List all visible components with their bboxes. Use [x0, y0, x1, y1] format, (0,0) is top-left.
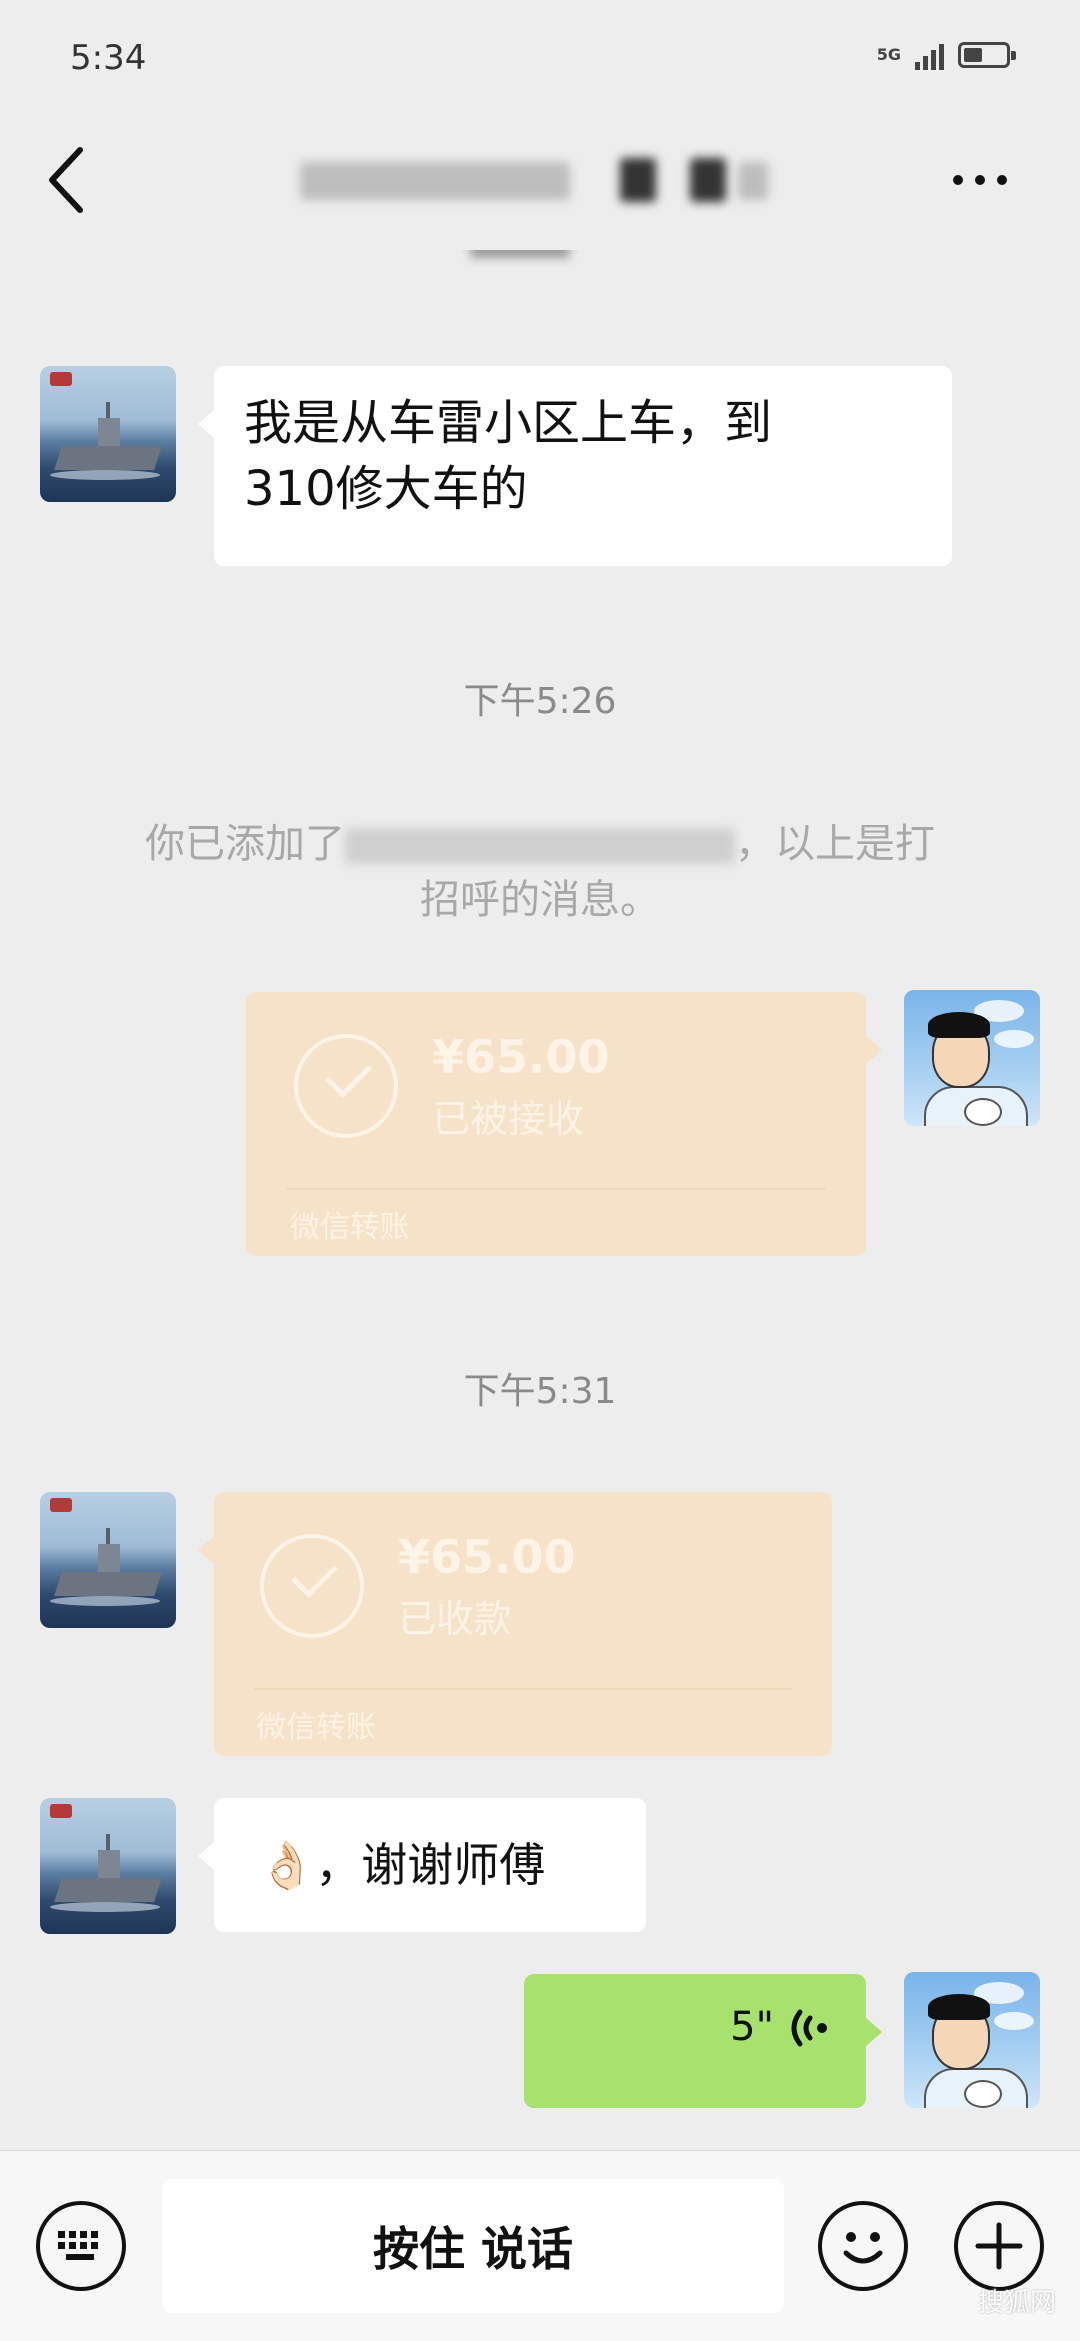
message-bubble[interactable]: 👌🏻，谢谢师傅 — [198, 1798, 646, 1932]
more-functions-button[interactable] — [954, 2201, 1044, 2291]
transfer-status: 已收款 — [398, 1597, 513, 1641]
my-avatar[interactable] — [904, 990, 1040, 1126]
divider — [286, 1188, 826, 1190]
system-message: 你已添加了 ，以上是打 招呼的消息。 — [110, 816, 970, 928]
voice-duration: 5" — [730, 2004, 774, 2050]
timestamp: 下午5:31 — [463, 1371, 617, 1412]
system-prefix: 你已添加了 — [145, 821, 345, 867]
voice-message-bubble[interactable]: 5" — [524, 1974, 882, 2108]
system-suffix: ，以上是打 — [735, 821, 935, 867]
transfer-footer: 微信转账 — [290, 1210, 410, 1245]
check-circle-icon — [294, 1034, 398, 1138]
more-options-button[interactable] — [940, 150, 1020, 210]
emoji-button[interactable] — [818, 2201, 908, 2291]
status-icons: 5G — [876, 40, 1016, 70]
check-circle-icon — [260, 1534, 364, 1638]
battery-icon — [958, 42, 1016, 68]
plus-icon — [975, 2222, 1023, 2270]
transfer-status: 已被接收 — [432, 1097, 585, 1141]
input-bar: 按住 说话 搜狐网 — [0, 2150, 1080, 2341]
contact-avatar[interactable] — [40, 1492, 176, 1628]
transfer-amount: ¥65.00 — [398, 1530, 576, 1584]
timestamp: 下午5:26 — [463, 681, 617, 722]
contact-avatar[interactable] — [40, 366, 176, 502]
divider — [254, 1688, 792, 1690]
my-avatar[interactable] — [904, 1972, 1040, 2108]
hold-to-talk-button[interactable]: 按住 说话 — [162, 2179, 784, 2313]
contact-avatar[interactable] — [40, 1798, 176, 1934]
network-label: 5G — [876, 45, 901, 64]
more-dot-icon — [953, 175, 963, 185]
message-bubble[interactable]: 我是从车雷小区上车，到 310修大车的 — [198, 366, 952, 566]
transfer-amount: ¥65.00 — [432, 1030, 610, 1084]
chat-title — [300, 152, 780, 208]
transfer-footer: 微信转账 — [256, 1710, 376, 1745]
status-time: 5:34 — [70, 38, 147, 78]
message-text: 👌🏻，谢谢师傅 — [258, 1838, 546, 1892]
keyboard-icon — [58, 2231, 98, 2260]
message-text-line1: 我是从车雷小区上车，到 — [244, 395, 773, 451]
chevron-left-icon — [49, 147, 83, 213]
transfer-card-sent[interactable]: ¥65.00 已被接收 微信转账 — [246, 992, 882, 1256]
system-line2: 招呼的消息。 — [420, 877, 660, 923]
voice-wave-icon — [791, 2009, 827, 2047]
signal-icon — [915, 40, 944, 70]
more-dot-icon — [975, 175, 985, 185]
smiley-icon — [843, 2232, 883, 2264]
keyboard-toggle-button[interactable] — [36, 2201, 126, 2291]
watermark: 搜狐网 — [977, 2288, 1056, 2318]
blurred-name — [345, 828, 735, 864]
message-text-line2: 310修大车的 — [244, 461, 528, 517]
back-button[interactable] — [40, 140, 100, 220]
more-dot-icon — [997, 175, 1007, 185]
transfer-card-received[interactable]: ¥65.00 已收款 微信转账 — [198, 1492, 832, 1756]
scroll-remnant — [450, 250, 590, 272]
